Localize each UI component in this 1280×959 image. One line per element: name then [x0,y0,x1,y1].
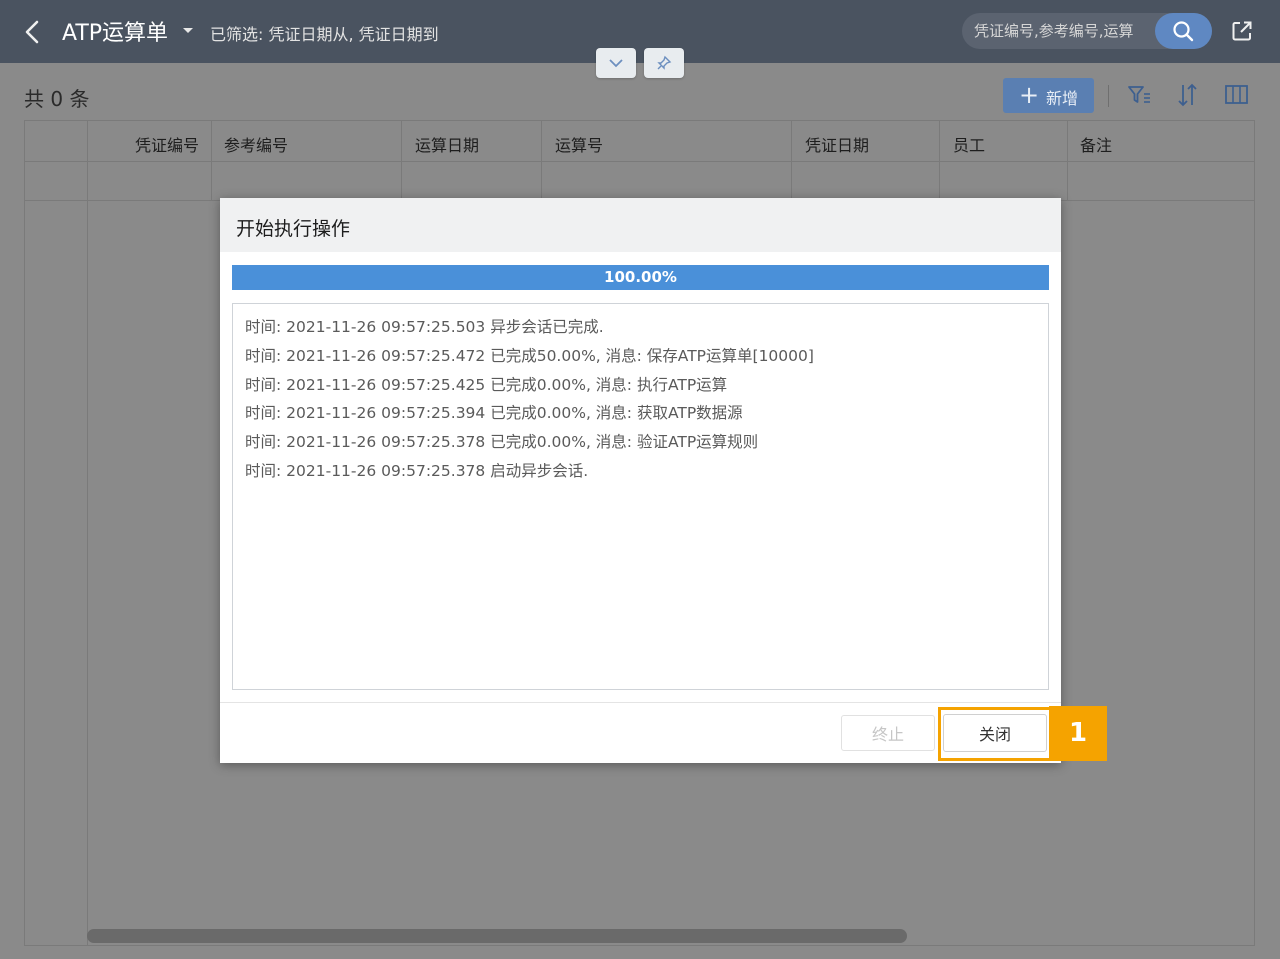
table-cell[interactable] [88,162,212,201]
callout-highlight-frame [938,707,1052,761]
dialog-header: 开始执行操作 [220,198,1061,252]
chevron-down-icon [609,59,623,68]
grid-header-row: 凭证编号 参考编号 运算日期 运算号 凭证日期 员工 备注 [25,121,1254,162]
add-button[interactable]: + 新增 [1003,78,1094,113]
plus-icon: + [1019,81,1040,109]
table-row[interactable] [25,162,1254,201]
log-line: 时间: 2021-11-26 09:57:25.394 已完成0.00%, 消息… [245,404,743,423]
table-cell[interactable] [25,162,88,201]
search-box [962,13,1212,49]
filter-icon[interactable] [1126,82,1152,108]
columns-icon[interactable] [1224,82,1250,108]
dialog-title: 开始执行操作 [236,218,351,240]
column-header[interactable]: 凭证日期 [792,121,940,162]
log-line: 时间: 2021-11-26 09:57:25.503 异步会话已完成. [245,318,604,336]
dialog-footer-divider [220,702,1061,703]
pin-toggle[interactable] [644,48,684,78]
log-panel[interactable]: 时间: 2021-11-26 09:57:25.503 异步会话已完成. 时间:… [232,303,1049,690]
column-header[interactable]: 凭证编号 [88,121,212,162]
search-icon [1173,21,1194,42]
table-cell[interactable] [940,162,1068,201]
title-dropdown-caret-icon[interactable] [183,28,193,33]
pin-icon [657,55,672,70]
row-selector-divider [87,201,88,946]
filter-summary: 已筛选: 凭证日期从, 凭证日期到 [210,25,439,44]
app-header: ATP运算单 已筛选: 凭证日期从, 凭证日期到 [0,0,1280,63]
progress-label: 100.00% [604,268,677,286]
toolbar-divider [1108,85,1109,107]
record-count: 共 0 条 [24,87,90,111]
row-selector-header[interactable] [25,121,88,162]
column-header[interactable]: 备注 [1068,121,1254,162]
log-line: 时间: 2021-11-26 09:57:25.472 已完成50.00%, 消… [245,346,814,365]
sort-icon[interactable] [1175,82,1201,108]
horizontal-scrollbar[interactable] [87,929,907,943]
stop-button[interactable]: 终止 [841,715,935,751]
progress-dialog: 开始执行操作 100.00% 时间: 2021-11-26 09:57:25.5… [220,198,1061,763]
table-cell[interactable] [402,162,542,201]
progress-bar: 100.00% [232,265,1049,290]
app-title[interactable]: ATP运算单 [62,15,168,47]
back-arrow-icon[interactable] [22,18,42,46]
column-header[interactable]: 员工 [940,121,1068,162]
table-cell[interactable] [792,162,940,201]
expand-toggle[interactable] [596,48,636,78]
open-external-icon[interactable] [1231,20,1253,42]
log-line: 时间: 2021-11-26 09:57:25.378 启动异步会话. [245,461,589,480]
log-line: 时间: 2021-11-26 09:57:25.425 已完成0.00%, 消息… [245,375,728,394]
column-header[interactable]: 运算日期 [402,121,542,162]
column-header[interactable]: 参考编号 [212,121,402,162]
search-button[interactable] [1155,13,1212,49]
add-button-label: 新增 [1046,89,1079,108]
callout-step-badge: 1 [1049,706,1107,761]
search-input[interactable] [962,13,1152,49]
column-header[interactable]: 运算号 [542,121,792,162]
table-cell[interactable] [212,162,402,201]
log-line: 时间: 2021-11-26 09:57:25.378 已完成0.00%, 消息… [245,433,759,452]
table-cell[interactable] [542,162,792,201]
